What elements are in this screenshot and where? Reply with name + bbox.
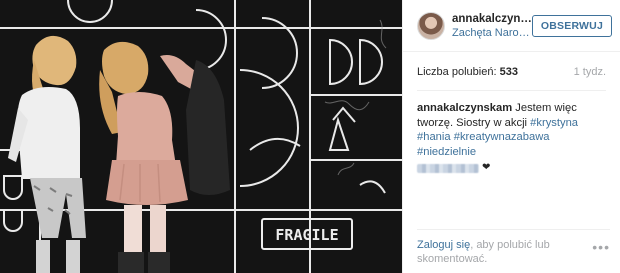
hashtag-link[interactable]: #hania: [417, 131, 451, 143]
post-sidebar: annakalczynskam Zachęta Narodowa Galeria…: [402, 0, 620, 273]
username-link[interactable]: annakalczynskam: [452, 13, 532, 25]
hashtag-link[interactable]: #krystyna: [530, 117, 578, 129]
user-meta: annakalczynskam Zachęta Narodowa Galeria…: [452, 13, 532, 39]
likes-count: Liczba polubień: 533: [417, 66, 518, 78]
login-prompt: Zaloguj się, aby polubić lub skomentować…: [417, 238, 577, 266]
follow-button[interactable]: OBSERWUJ: [531, 14, 612, 37]
post-time[interactable]: 1 tydz.: [574, 66, 606, 78]
avatar[interactable]: [417, 11, 445, 40]
hashtag-link[interactable]: #kreatywnazabawa: [454, 131, 550, 143]
post-photo[interactable]: FRAGILE: [0, 0, 402, 273]
likes-label: Liczba polubień:: [417, 66, 497, 78]
heart-icon: ❤: [482, 162, 491, 173]
login-link[interactable]: Zaloguj się: [417, 239, 470, 251]
blurred-text: [417, 163, 479, 173]
hashtag-link[interactable]: #niedzielnie: [417, 146, 476, 158]
fragile-stamp-text: FRAGILE: [275, 226, 338, 244]
instagram-post: FRAGILE annakalczyns Zachęta Narodo OBSE…: [0, 0, 620, 273]
post-stats: Liczba polubień: 533 1 tydz.: [417, 66, 606, 91]
more-options-icon[interactable]: •••: [592, 240, 610, 254]
login-footer: Zaloguj się, aby polubić lub skomentować…: [417, 229, 610, 266]
location-link[interactable]: Zachęta Narodowa Galeria Sztuki: [452, 27, 532, 39]
blurred-mention: ❤: [417, 161, 606, 175]
post-photo-illustration: FRAGILE: [0, 0, 402, 273]
post-caption: annakalczynskam Jestem więc tworzę. Sios…: [417, 101, 606, 159]
caption-author-link[interactable]: annakalczynskam: [417, 102, 512, 114]
likes-number: 533: [499, 66, 518, 78]
post-header: annakalczynskam Zachęta Narodowa Galeria…: [403, 0, 620, 52]
